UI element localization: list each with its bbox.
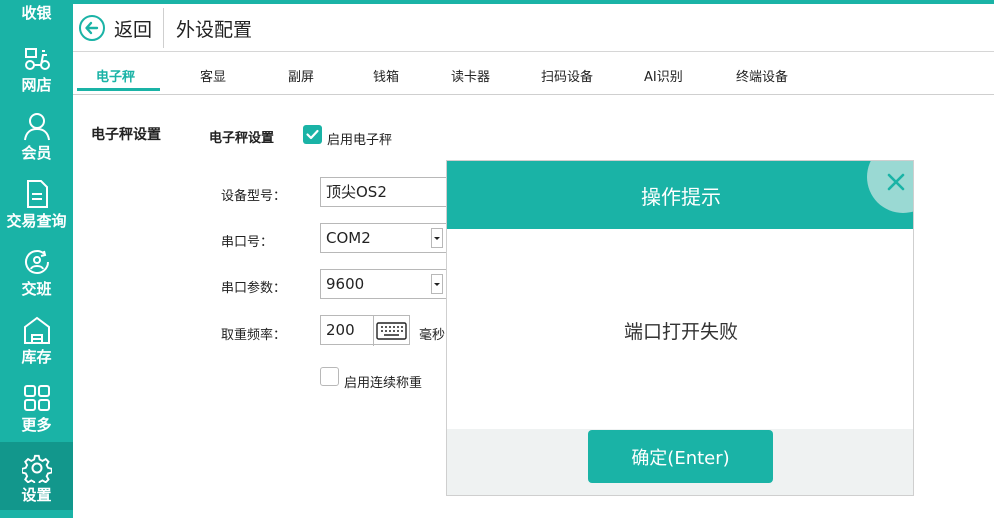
sidebar-item-label: 库存 <box>21 348 52 366</box>
sidebar-item-label: 设置 <box>21 486 52 504</box>
sidebar-item-transactions[interactable]: 交易查询 <box>0 168 73 236</box>
checkmark-icon <box>306 129 319 140</box>
tab-scanner[interactable]: 扫码设备 <box>541 66 593 85</box>
alert-dialog: 操作提示 端口打开失败 确定(Enter) <box>446 160 914 496</box>
tab-secondary-screen[interactable]: 副屏 <box>288 66 314 85</box>
chevron-down-icon[interactable] <box>431 228 443 248</box>
sidebar-item-label: 会员 <box>21 144 52 162</box>
sidebar-item-inventory[interactable]: 库存 <box>0 304 73 372</box>
document-icon <box>26 180 48 208</box>
tab-terminal-device[interactable]: 终端设备 <box>736 66 788 85</box>
dialog-header: 操作提示 <box>447 161 913 229</box>
sidebar-item-label: 网店 <box>21 76 52 94</box>
sidebar-item-shift[interactable]: 交班 <box>0 236 73 304</box>
sidebar-item-label: 交易查询 <box>6 212 67 230</box>
tab-cash-drawer[interactable]: 钱箱 <box>373 66 399 85</box>
keyboard-icon[interactable] <box>373 316 408 346</box>
person-icon <box>23 113 50 141</box>
close-icon <box>887 173 905 191</box>
sub-title: 电子秤设置 <box>209 131 275 146</box>
back-arrow-icon <box>79 15 105 41</box>
warehouse-icon <box>23 316 50 344</box>
gear-icon <box>21 454 52 483</box>
dialog-title: 操作提示 <box>641 185 721 209</box>
sidebar: 收银 网店 会员 交易查询 交班 库存 更多 设置 <box>0 0 73 518</box>
header-divider <box>163 8 164 48</box>
port-params-label: 串口参数： <box>221 281 287 296</box>
tab-customer-display[interactable]: 客显 <box>200 66 226 85</box>
continuous-weigh-label: 启用连续称重 <box>344 376 423 391</box>
chevron-down-icon[interactable] <box>431 274 443 294</box>
sidebar-item-label: 更多 <box>21 416 52 434</box>
active-tab-underline <box>77 88 160 91</box>
sidebar-item-label: 交班 <box>21 280 52 298</box>
enable-scale-checkbox[interactable] <box>303 125 322 144</box>
sidebar-item-online-store[interactable]: 网店 <box>0 32 73 100</box>
back-button[interactable]: 返回 <box>79 12 152 44</box>
freq-input[interactable]: 200 <box>320 315 410 346</box>
section-title: 电子秤设置 <box>91 127 161 143</box>
tab-scale[interactable]: 电子秤 <box>96 66 135 85</box>
page-title: 外设配置 <box>176 19 253 41</box>
continuous-weigh-checkbox[interactable] <box>320 367 339 386</box>
freq-unit: 毫秒 <box>419 328 446 343</box>
sidebar-item-checkout[interactable]: 收银 <box>0 0 73 26</box>
dialog-footer: 确定(Enter) <box>447 429 913 495</box>
sidebar-item-members[interactable]: 会员 <box>0 100 73 168</box>
scooter-icon <box>24 48 50 70</box>
device-model-label: 设备型号： <box>221 189 287 204</box>
sidebar-item-settings[interactable]: 设置 <box>0 442 73 510</box>
freq-value: 200 <box>326 321 355 339</box>
device-model-field[interactable]: 顶尖OS2 <box>320 177 460 207</box>
port-label: 串口号： <box>221 235 274 250</box>
enable-scale-label: 启用电子秤 <box>327 133 393 148</box>
back-label: 返回 <box>114 18 153 41</box>
tab-bar: 电子秤 客显 副屏 钱箱 读卡器 扫码设备 AI识别 终端设备 <box>73 53 994 95</box>
ok-button[interactable]: 确定(Enter) <box>588 430 773 483</box>
header: 返回 外设配置 <box>73 4 994 52</box>
dialog-message: 端口打开失败 <box>623 321 738 343</box>
tab-ai-recognition[interactable]: AI识别 <box>644 66 683 85</box>
tab-card-reader[interactable]: 读卡器 <box>451 66 490 85</box>
shift-icon <box>24 250 49 274</box>
freq-label: 取重频率： <box>221 328 287 343</box>
sidebar-item-more[interactable]: 更多 <box>0 372 73 440</box>
grid-icon <box>23 385 50 411</box>
